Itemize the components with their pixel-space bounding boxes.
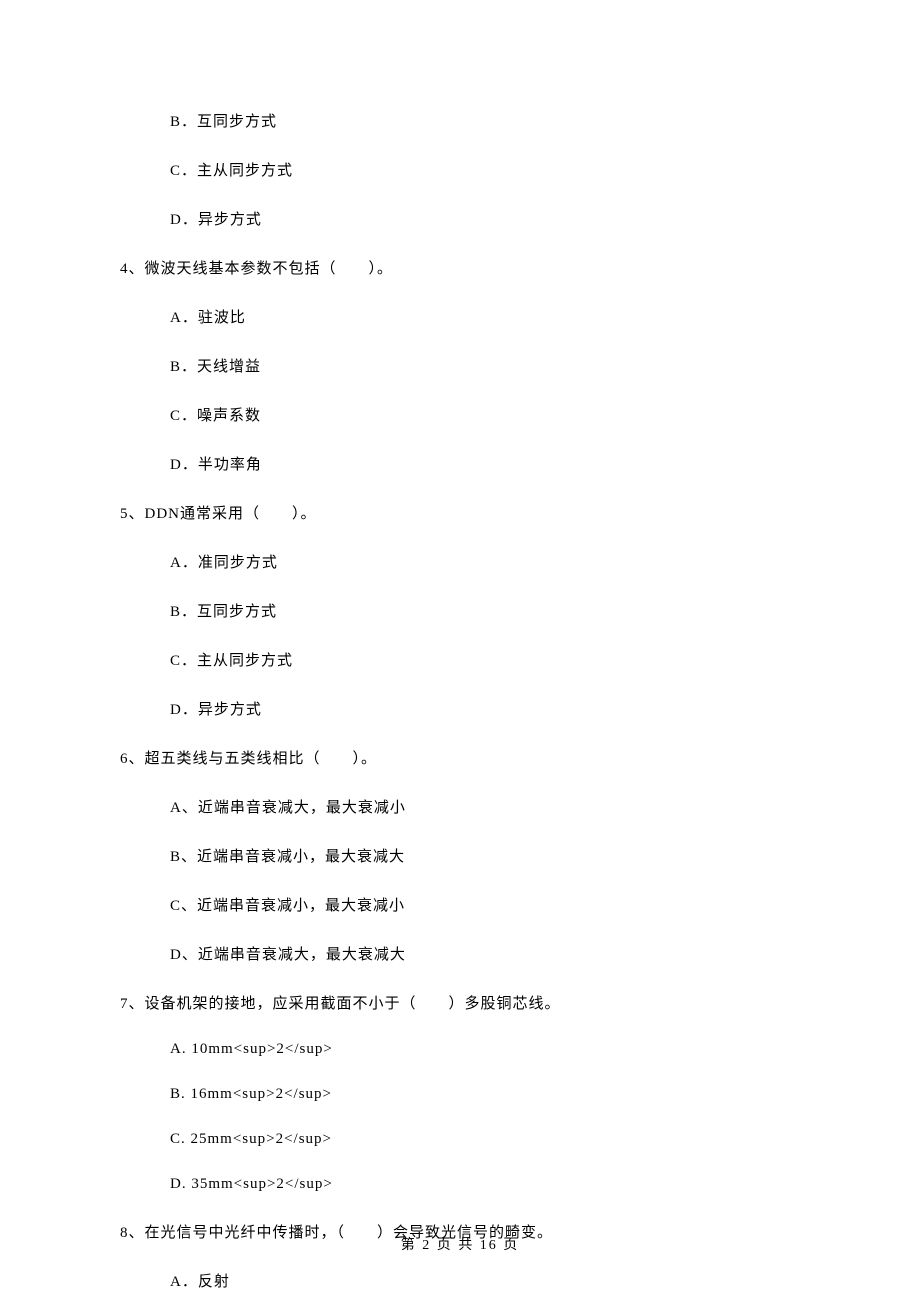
q4-stem: 4、微波天线基本参数不包括（ ）。 [120,257,800,278]
q5-option-c: C．主从同步方式 [170,649,800,670]
q4-option-a: A．驻波比 [170,306,800,327]
q5-option-b: B．互同步方式 [170,600,800,621]
q5-stem: 5、DDN通常采用（ ）。 [120,502,800,523]
q7-stem: 7、设备机架的接地，应采用截面不小于（ ）多股铜芯线。 [120,992,800,1013]
q3-option-b: B．互同步方式 [170,110,800,131]
q5-option-a: A．准同步方式 [170,551,800,572]
q5-option-d: D．异步方式 [170,698,800,719]
page-footer: 第 2 页 共 16 页 [0,1234,920,1254]
q3-option-c: C．主从同步方式 [170,159,800,180]
q7-option-d: D. 35mm<sup>2</sup> [170,1176,800,1193]
q6-option-c: C、近端串音衰减小，最大衰减小 [170,894,800,915]
q6-option-b: B、近端串音衰减小，最大衰减大 [170,845,800,866]
q6-option-d: D、近端串音衰减大，最大衰减大 [170,943,800,964]
q3-option-d: D．异步方式 [170,208,800,229]
q8-option-a: A．反射 [170,1270,800,1291]
q7-option-c: C. 25mm<sup>2</sup> [170,1131,800,1148]
q4-option-c: C．噪声系数 [170,404,800,425]
q4-option-b: B．天线增益 [170,355,800,376]
q7-option-a: A. 10mm<sup>2</sup> [170,1041,800,1058]
q6-stem: 6、超五类线与五类线相比（ ）。 [120,747,800,768]
q6-option-a: A、近端串音衰减大，最大衰减小 [170,796,800,817]
q4-option-d: D．半功率角 [170,453,800,474]
page-body: B．互同步方式 C．主从同步方式 D．异步方式 4、微波天线基本参数不包括（ ）… [0,0,920,1291]
q7-option-b: B. 16mm<sup>2</sup> [170,1086,800,1103]
